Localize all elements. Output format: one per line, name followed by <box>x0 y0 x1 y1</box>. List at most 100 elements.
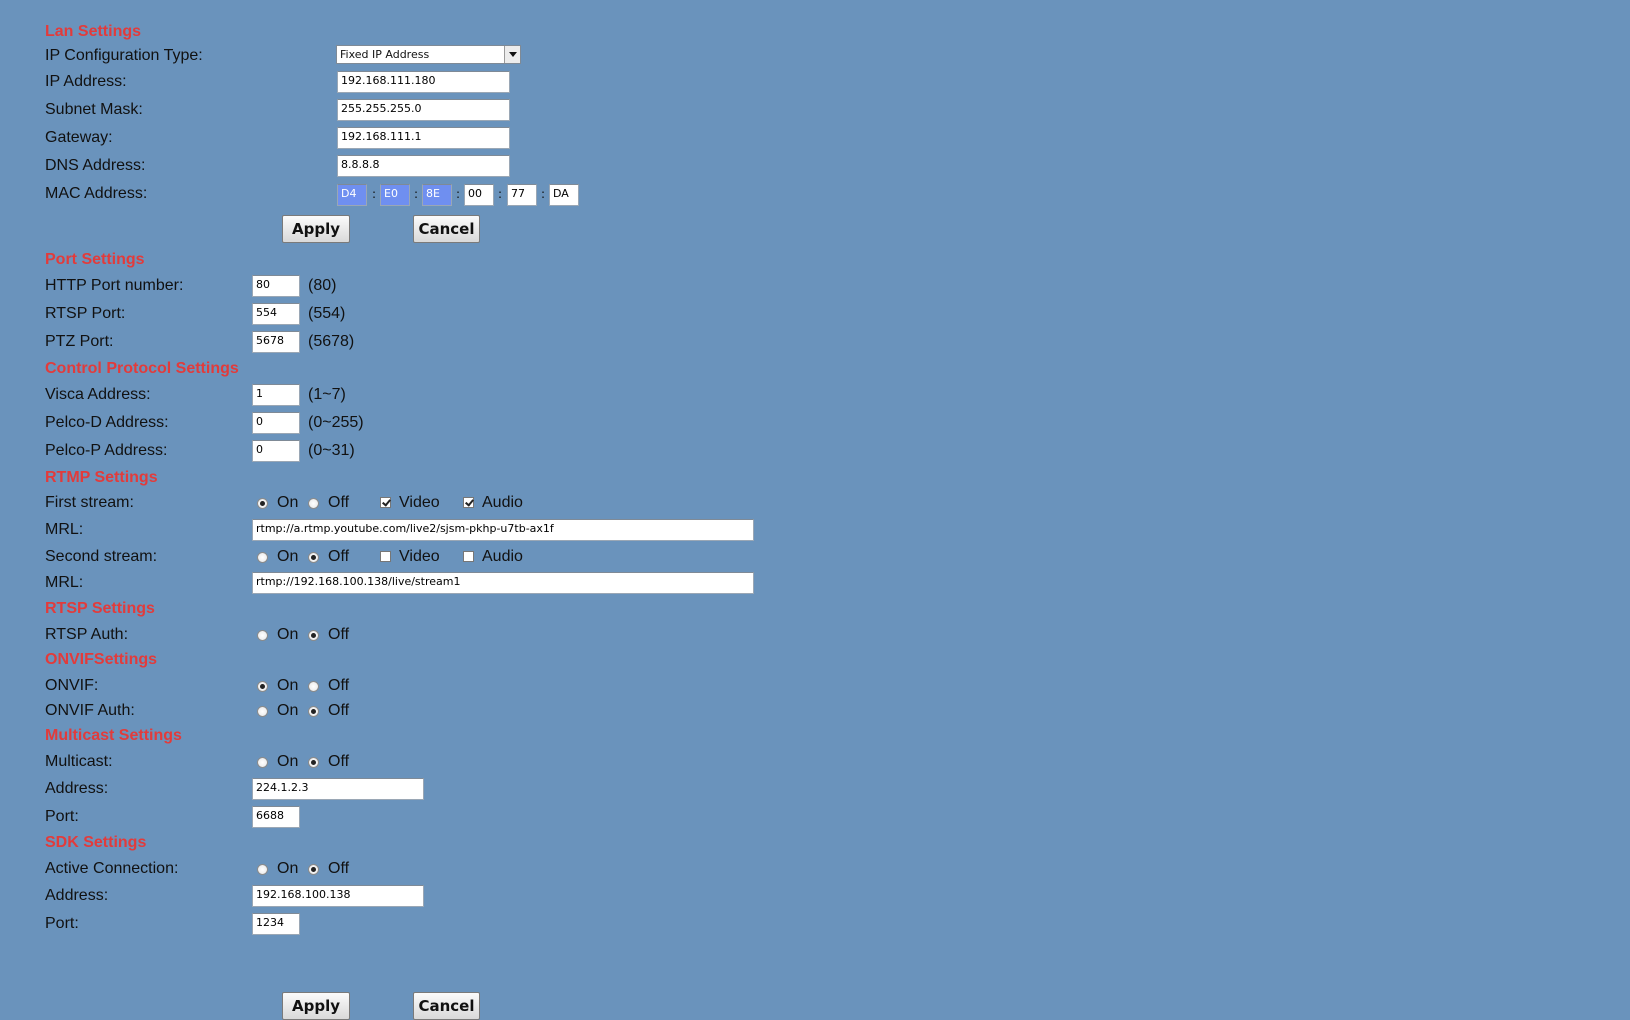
port-settings-heading: Port Settings <box>45 251 145 268</box>
visca-address-hint: (1~7) <box>308 386 346 403</box>
mac-separator: : <box>541 187 546 201</box>
cancel-button[interactable]: Cancel <box>413 992 480 1020</box>
mac-octet-5-input[interactable]: 77 <box>507 184 537 206</box>
gateway-input[interactable]: 192.168.111.1 <box>337 127 510 149</box>
pelco-p-address-hint: (0~31) <box>308 442 355 459</box>
lan-apply-button[interactable]: Apply <box>282 215 350 243</box>
rtsp-port-label: RTSP Port: <box>45 305 126 322</box>
onvif-auth-on-radio[interactable] <box>257 706 268 717</box>
pelco-p-address-input[interactable]: 0 <box>252 440 300 462</box>
ptz-port-hint: (5678) <box>308 333 355 350</box>
ip-config-type-value: Fixed IP Address <box>340 48 430 61</box>
onvif-off-label: Off <box>328 677 350 694</box>
onvif-auth-off-label: Off <box>328 702 350 719</box>
active-connection-off-label: Off <box>328 860 350 877</box>
http-port-hint: (80) <box>308 277 337 294</box>
onvif-auth-on-label: On <box>277 702 299 719</box>
mac-separator: : <box>456 187 461 201</box>
second-mrl-label: MRL: <box>45 574 84 591</box>
onvif-settings-heading: ONVIFSettings <box>45 651 158 668</box>
lan-cancel-button[interactable]: Cancel <box>413 215 480 243</box>
mac-octet-2-input[interactable]: E0 <box>380 184 410 206</box>
active-connection-label: Active Connection: <box>45 860 179 877</box>
sdk-address-input[interactable]: 192.168.100.138 <box>252 885 424 907</box>
active-connection-on-radio[interactable] <box>257 864 268 875</box>
second-stream-audio-checkbox[interactable] <box>463 551 474 562</box>
mac-octet-3-input[interactable]: 8E <box>422 184 452 206</box>
ip-config-type-select[interactable]: Fixed IP Address <box>336 45 521 64</box>
second-stream-off-radio[interactable] <box>308 552 319 563</box>
rtsp-auth-on-radio[interactable] <box>257 630 268 641</box>
first-stream-video-label: Video <box>399 494 440 511</box>
dns-address-input[interactable]: 8.8.8.8 <box>337 155 510 177</box>
ip-address-input[interactable]: 192.168.111.180 <box>337 71 510 93</box>
mac-address-label: MAC Address: <box>45 185 148 202</box>
chevron-down-icon[interactable] <box>504 46 520 63</box>
mac-separator: : <box>372 187 377 201</box>
sdk-address-label: Address: <box>45 887 109 904</box>
apply-button[interactable]: Apply <box>282 992 350 1020</box>
mac-octet-1-input[interactable]: D4 <box>337 184 367 206</box>
pelco-d-address-hint: (0~255) <box>308 414 364 431</box>
active-connection-off-radio[interactable] <box>308 864 319 875</box>
second-stream-on-label: On <box>277 548 299 565</box>
rtsp-settings-heading: RTSP Settings <box>45 600 155 617</box>
multicast-port-input[interactable]: 6688 <box>252 806 300 828</box>
rtsp-auth-off-label: Off <box>328 626 350 643</box>
first-stream-audio-checkbox[interactable] <box>463 497 474 508</box>
pelco-d-address-label: Pelco-D Address: <box>45 414 169 431</box>
lan-settings-heading: Lan Settings <box>45 23 142 40</box>
multicast-on-radio[interactable] <box>257 757 268 768</box>
rtsp-port-input[interactable]: 554 <box>252 303 300 325</box>
subnet-mask-label: Subnet Mask: <box>45 101 143 118</box>
first-stream-off-radio[interactable] <box>308 498 319 509</box>
sdk-settings-heading: SDK Settings <box>45 834 147 851</box>
ip-address-label: IP Address: <box>45 73 127 90</box>
pelco-d-address-input[interactable]: 0 <box>252 412 300 434</box>
first-mrl-input[interactable]: rtmp://a.rtmp.youtube.com/live2/sjsm-pkh… <box>252 519 754 541</box>
second-mrl-input[interactable]: rtmp://192.168.100.138/live/stream1 <box>252 572 754 594</box>
multicast-off-radio[interactable] <box>308 757 319 768</box>
second-stream-on-radio[interactable] <box>257 552 268 563</box>
mac-octet-6-input[interactable]: DA <box>549 184 579 206</box>
control-protocol-heading: Control Protocol Settings <box>45 360 239 377</box>
mac-separator: : <box>498 187 503 201</box>
first-stream-label: First stream: <box>45 494 134 511</box>
rtsp-auth-on-label: On <box>277 626 299 643</box>
rtsp-auth-off-radio[interactable] <box>308 630 319 641</box>
multicast-address-input[interactable]: 224.1.2.3 <box>252 778 424 800</box>
gateway-label: Gateway: <box>45 129 113 146</box>
subnet-mask-input[interactable]: 255.255.255.0 <box>337 99 510 121</box>
second-stream-audio-label: Audio <box>482 548 523 565</box>
onvif-auth-off-radio[interactable] <box>308 706 319 717</box>
http-port-label: HTTP Port number: <box>45 277 184 294</box>
http-port-input[interactable]: 80 <box>252 275 300 297</box>
onvif-on-radio[interactable] <box>257 681 268 692</box>
rtmp-settings-heading: RTMP Settings <box>45 469 158 486</box>
multicast-settings-heading: Multicast Settings <box>45 727 182 744</box>
dns-address-label: DNS Address: <box>45 157 146 174</box>
second-stream-off-label: Off <box>328 548 350 565</box>
visca-address-input[interactable]: 1 <box>252 384 300 406</box>
multicast-label: Multicast: <box>45 753 113 770</box>
active-connection-on-label: On <box>277 860 299 877</box>
sdk-port-input[interactable]: 1234 <box>252 913 300 935</box>
first-stream-off-label: Off <box>328 494 350 511</box>
multicast-port-label: Port: <box>45 808 79 825</box>
onvif-label: ONVIF: <box>45 677 99 694</box>
onvif-on-label: On <box>277 677 299 694</box>
rtsp-port-hint: (554) <box>308 305 346 322</box>
onvif-off-radio[interactable] <box>308 681 319 692</box>
first-stream-audio-label: Audio <box>482 494 523 511</box>
first-mrl-label: MRL: <box>45 521 84 538</box>
visca-address-label: Visca Address: <box>45 386 151 403</box>
sdk-port-label: Port: <box>45 915 79 932</box>
second-stream-label: Second stream: <box>45 548 158 565</box>
second-stream-video-checkbox[interactable] <box>380 551 391 562</box>
rtsp-auth-label: RTSP Auth: <box>45 626 129 643</box>
mac-octet-4-input[interactable]: 00 <box>464 184 494 206</box>
multicast-address-label: Address: <box>45 780 109 797</box>
first-stream-on-radio[interactable] <box>257 498 268 509</box>
ptz-port-input[interactable]: 5678 <box>252 331 300 353</box>
first-stream-video-checkbox[interactable] <box>380 497 391 508</box>
